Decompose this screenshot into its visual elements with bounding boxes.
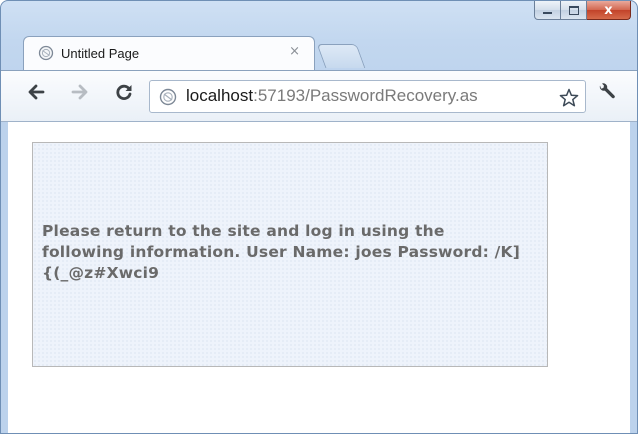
minimize-button[interactable] — [534, 1, 561, 20]
url-host: localhost — [186, 86, 254, 105]
reload-icon — [116, 84, 132, 100]
toolbar: localhost:57193/PasswordRecovery.as — [1, 70, 637, 122]
tab-untitled-page[interactable]: Untitled Page × — [23, 36, 315, 70]
url-path: :57193/PasswordRecovery.as — [253, 86, 478, 105]
tab-close-icon[interactable]: × — [289, 44, 300, 59]
page-info-icon[interactable] — [159, 88, 177, 106]
close-icon: x — [604, 2, 613, 18]
browser-window: x Untitled Page × localhost:57193/Passwo… — [0, 0, 638, 434]
recovery-message: Please return to the site and log in usi… — [42, 222, 520, 282]
page-content: Please return to the site and log in usi… — [8, 122, 630, 433]
wrench-icon — [599, 83, 615, 99]
forward-button[interactable] — [67, 79, 93, 105]
url-text: localhost:57193/PasswordRecovery.as — [186, 86, 478, 106]
password-recovery-panel: Please return to the site and log in usi… — [32, 142, 548, 367]
back-arrow-icon — [28, 84, 45, 100]
reload-button[interactable] — [111, 79, 137, 105]
minimize-icon — [543, 12, 552, 14]
new-tab-button[interactable] — [316, 44, 366, 68]
maximize-icon — [568, 5, 579, 15]
close-window-button[interactable]: x — [587, 1, 631, 20]
star-icon[interactable] — [558, 87, 580, 109]
forward-arrow-icon — [71, 84, 88, 100]
tab-title: Untitled Page — [61, 46, 140, 61]
globe-icon — [38, 45, 54, 61]
maximize-button[interactable] — [561, 1, 587, 20]
window-controls: x — [534, 1, 631, 21]
wrench-menu-button[interactable] — [593, 79, 619, 105]
back-button[interactable] — [23, 79, 49, 105]
address-bar[interactable]: localhost:57193/PasswordRecovery.as — [149, 80, 586, 113]
